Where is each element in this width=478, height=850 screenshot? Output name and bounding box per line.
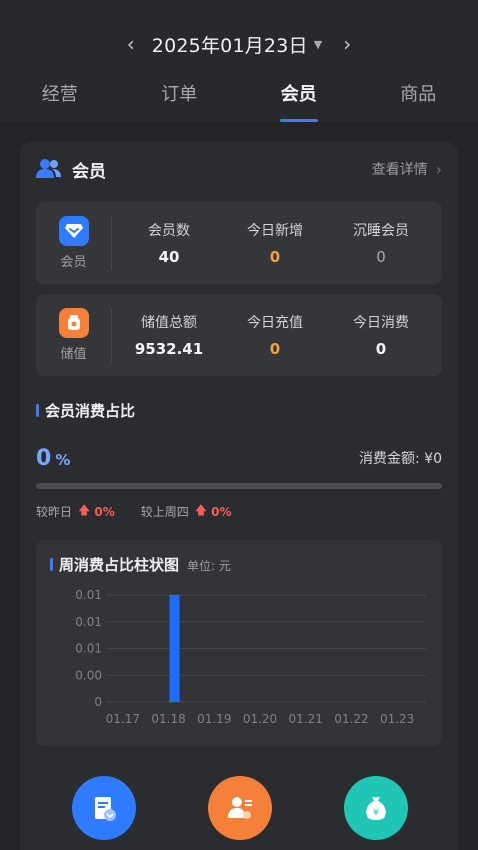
member-card-icon (95, 797, 116, 821)
member-shield-icon (58, 216, 89, 246)
current-date[interactable]: 2025年01月23日 (152, 31, 308, 58)
chevron-right-icon[interactable]: › (332, 32, 362, 56)
stored-box-label: 储值 (60, 347, 87, 362)
percent-value: 0 (36, 446, 52, 471)
x-tick-label: 01.18 (151, 712, 185, 726)
divider (111, 216, 112, 270)
stat-value: 9532.41 (134, 340, 204, 358)
card-header: 会员 查看详情 › (36, 154, 442, 184)
consumption-section-title: 会员消费占比 (36, 400, 135, 421)
tab-products[interactable]: 商品 (359, 72, 478, 122)
weekly-chart-card: 周消费占比柱状图 单位: 元 0 0.00 0.01 0.01 0.01 01.17 01.… (36, 540, 442, 746)
view-details-link[interactable]: 查看详情 › (372, 159, 442, 179)
member-box-label: 会员 (60, 255, 87, 270)
tab-bar: 经营 订单 会员 商品 (0, 72, 478, 122)
member-stats-box: 会员 会员数 40 今日新增 0 沉睡会员 0 (36, 202, 442, 284)
x-tick-label: 01.22 (334, 712, 368, 726)
tab-members[interactable]: 会员 (239, 72, 359, 122)
member-stats: 会员数 40 今日新增 0 沉睡会员 0 (116, 202, 434, 284)
members-icon (36, 159, 61, 178)
consumption-percent: 0% (36, 446, 70, 471)
stat-dormant[interactable]: 沉睡会员 0 (328, 202, 434, 284)
chart-bar[interactable] (169, 595, 180, 702)
caret-down-icon[interactable]: ▼ (314, 38, 322, 51)
y-tick-label: 0.01 (75, 588, 102, 602)
add-member-button[interactable] (208, 776, 272, 840)
stat-title: 今日消费 (353, 315, 409, 331)
x-tick-label: 01.17 (106, 712, 140, 726)
tab-orders[interactable]: 订单 (120, 72, 240, 122)
chevron-left-icon[interactable]: ‹ (116, 32, 146, 56)
y-tick-label: 0.00 (75, 668, 102, 682)
y-tick-label: 0.01 (75, 615, 102, 629)
consumption-amount: 消费金额: ¥0 (359, 451, 442, 467)
stat-member-count[interactable]: 会员数 40 (116, 202, 222, 284)
stat-value: 0 (269, 248, 281, 266)
card-title: 会员 (72, 161, 106, 182)
stat-title: 今日新增 (247, 223, 303, 239)
compare-lastweek-value: 0% (211, 504, 232, 519)
y-tick-label: 0 (94, 695, 102, 709)
y-tick-label: 0.01 (75, 642, 102, 656)
stored-value-label-group: 储值 (36, 294, 111, 376)
arrow-up-icon: 🡅 (78, 503, 91, 517)
money-bag-button[interactable]: ¥ (344, 776, 408, 840)
chevron-right-icon: › (435, 159, 442, 179)
stat-value: 40 (158, 248, 180, 266)
stat-stored-total[interactable]: 储值总额 9532.41 (116, 294, 222, 376)
stored-stats: 储值总额 9532.41 今日充值 0 今日消费 0 (116, 294, 434, 376)
stat-new-today[interactable]: 今日新增 0 (222, 202, 328, 284)
x-tick-label: 01.23 (380, 712, 414, 726)
x-tick-label: 01.21 (289, 712, 323, 726)
compare-yesterday-value: 0% (94, 504, 115, 519)
stat-value: 0 (375, 340, 387, 358)
arrow-up-icon: 🡅 (194, 503, 208, 517)
date-selector: ‹ 2025年01月23日 ▼ › (0, 28, 478, 60)
stat-title: 沉睡会员 (353, 223, 409, 239)
x-tick-label: 01.19 (197, 712, 231, 726)
stat-recharge-today[interactable]: 今日充值 0 (222, 294, 328, 376)
member-stats-label-group: 会员 (36, 202, 111, 284)
svg-text:¥: ¥ (373, 808, 379, 818)
stat-consume-today[interactable]: 今日消费 0 (328, 294, 434, 376)
compare-lastweek-label: 较上周四 (140, 505, 189, 519)
compare-yesterday-label: 较昨日 (36, 505, 73, 519)
tab-business[interactable]: 经营 (0, 72, 120, 122)
member-card-button[interactable] (72, 776, 136, 840)
money-bag-icon: ¥ (366, 797, 386, 820)
consumption-progress-bar (36, 483, 442, 489)
weekly-bar-chart: 0 0.00 0.01 0.01 0.01 01.17 01.18 01.19 01.20 01.… (75, 588, 426, 726)
top-header: ‹ 2025年01月23日 ▼ › 经营 订单 会员 商品 (0, 0, 478, 122)
divider (111, 308, 112, 362)
comparison-row: 较昨日 🡅 0% 较上周四 🡅 0% (36, 501, 231, 522)
quick-actions: ¥ (0, 776, 478, 850)
stat-value: 0 (269, 340, 281, 358)
stat-value: 0 (376, 248, 386, 266)
view-details-label: 查看详情 (371, 162, 428, 178)
stat-title: 今日充值 (247, 315, 303, 331)
stat-title: 储值总额 (141, 315, 197, 331)
percent-unit: % (55, 451, 71, 469)
x-tick-label: 01.20 (243, 712, 277, 726)
add-member-icon (228, 797, 252, 819)
member-card: 会员 查看详情 › 会员 会员数 40 今日新增 0 沉睡会员 0 储值 储值总… (20, 142, 458, 850)
stat-title: 会员数 (148, 223, 190, 239)
stored-value-box: 储值 储值总额 9532.41 今日充值 0 今日消费 0 (36, 294, 442, 376)
wallet-icon (58, 308, 89, 338)
